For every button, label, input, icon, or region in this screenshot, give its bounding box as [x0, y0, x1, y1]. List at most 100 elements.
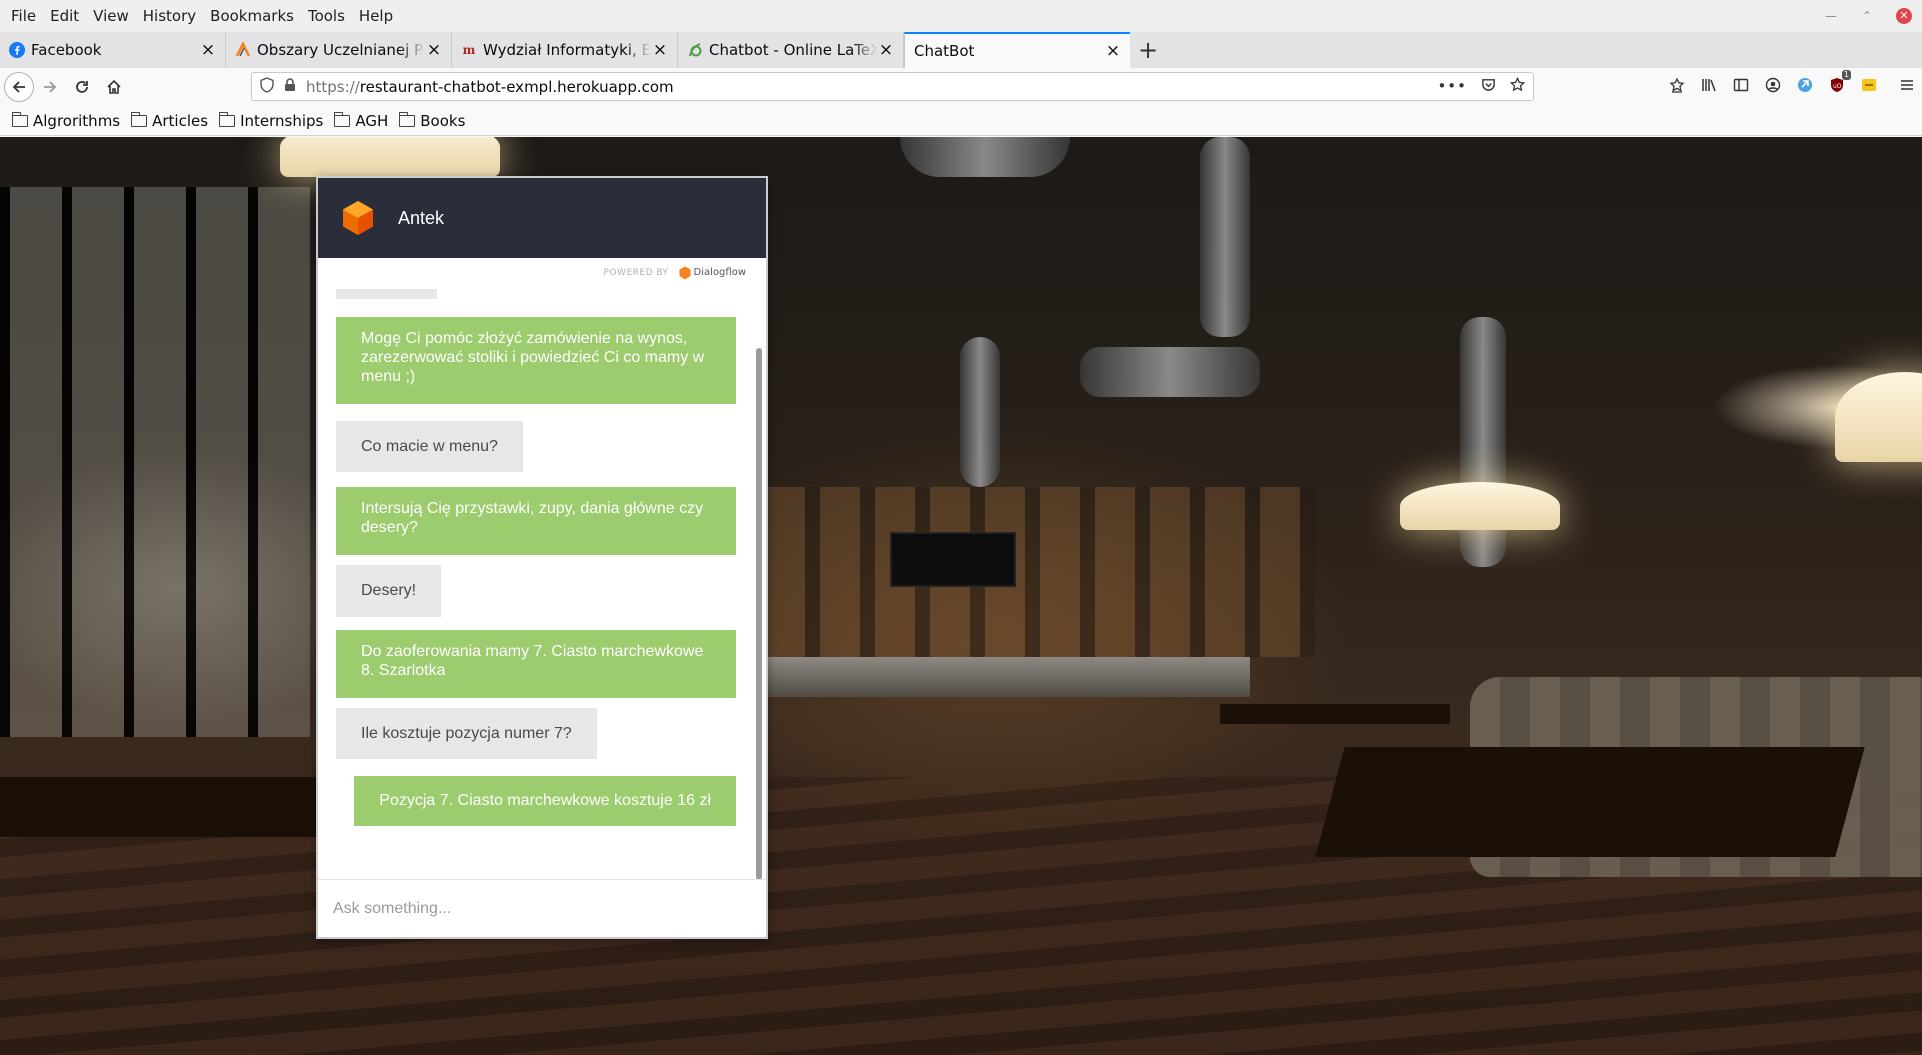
- close-window-icon[interactable]: ✕: [1896, 8, 1912, 24]
- tab-overleaf[interactable]: Chatbot - Online LaTeX Editor ×: [678, 32, 904, 68]
- folder-icon: [130, 111, 148, 127]
- background-table: [1315, 747, 1865, 857]
- downloads-icon[interactable]: [1668, 76, 1686, 94]
- background-tv: [890, 532, 1016, 587]
- back-arrow-icon: [12, 81, 25, 93]
- dialogflow-brand[interactable]: Dialogflow: [679, 266, 746, 280]
- url-bar[interactable]: https://restaurant-chatbot-exmpl.herokua…: [251, 72, 1534, 101]
- upel-icon: [235, 42, 251, 58]
- folder-icon: [11, 111, 28, 127]
- new-tab-button[interactable]: +: [1130, 32, 1166, 68]
- bookmarks-bar: Algrorithms Articles Internships AGH Boo…: [0, 106, 1922, 136]
- tab-title: ChatBot: [914, 42, 975, 60]
- folder-icon: [398, 111, 416, 127]
- extension-blue-icon[interactable]: [1796, 76, 1814, 94]
- background-table: [1220, 704, 1450, 724]
- menu-tools[interactable]: Tools: [301, 0, 352, 32]
- tab-title: Chatbot - Online LaTeX Editor: [709, 41, 877, 59]
- chat-input[interactable]: [333, 899, 753, 918]
- bot-message: Do zaoferowania mamy 7. Ciasto marchewko…: [336, 630, 736, 698]
- bookmark-agh[interactable]: AGH: [333, 111, 388, 130]
- facebook-icon: [9, 42, 25, 58]
- background-duct: [1080, 347, 1260, 397]
- message-scrollbar[interactable]: [756, 289, 762, 881]
- menu-help[interactable]: Help: [352, 0, 400, 32]
- agh-icon: m: [462, 43, 476, 57]
- folder-icon: [218, 111, 236, 127]
- close-tab-icon[interactable]: ×: [651, 41, 669, 59]
- tab-wydzial[interactable]: m Wydział Informatyki, Elektroniki ×: [452, 32, 678, 68]
- powered-by: POWERED BY Dialogflow: [318, 258, 766, 287]
- bookmark-algorithms[interactable]: Algrorithms: [11, 111, 121, 130]
- background-shelves: [765, 487, 1315, 657]
- background-duct: [1200, 137, 1250, 337]
- chat-header: Antek: [318, 178, 766, 258]
- library-icon[interactable]: [1700, 76, 1718, 94]
- close-tab-icon[interactable]: ×: [425, 41, 443, 59]
- tab-title: Obszary Uczelnianej Platformy: [257, 41, 425, 59]
- ublock-icon[interactable]: uO 1: [1828, 70, 1851, 94]
- message-list[interactable]: Mogę Ci pomóc złożyć zamówienie na wynos…: [318, 289, 766, 881]
- folder-icon: [333, 111, 351, 127]
- tab-title: Facebook: [31, 41, 102, 59]
- restaurant-background: [0, 137, 1922, 1055]
- maximize-icon[interactable]: ⌃: [1860, 9, 1874, 23]
- background-table: [0, 777, 320, 837]
- nav-bar: https://restaurant-chatbot-exmpl.herokua…: [0, 68, 1922, 106]
- svg-text:uO: uO: [1833, 83, 1842, 90]
- tab-upel[interactable]: Obszary Uczelnianej Platformy ×: [226, 32, 452, 68]
- menu-view[interactable]: View: [86, 0, 136, 32]
- chat-input-area: [318, 879, 766, 937]
- account-icon[interactable]: [1764, 76, 1782, 94]
- bookmark-internships[interactable]: Internships: [218, 111, 323, 130]
- home-icon: [107, 79, 121, 94]
- close-tab-icon[interactable]: ×: [1104, 42, 1122, 60]
- minimize-icon[interactable]: —: [1824, 9, 1838, 23]
- background-lamp: [280, 137, 500, 177]
- user-message: Ile kosztuje pozycja numer 7?: [336, 708, 597, 759]
- bookmark-label: Algrorithms: [33, 111, 121, 130]
- tab-facebook[interactable]: Facebook ×: [0, 32, 226, 68]
- bot-message: Intersują Cię przystawki, zupy, dania gł…: [336, 487, 736, 555]
- scrollbar-thumb[interactable]: [756, 348, 762, 880]
- dialogflow-label: Dialogflow: [693, 267, 746, 278]
- window-controls: — ⌃ ✕: [1824, 8, 1912, 24]
- close-tab-icon[interactable]: ×: [199, 41, 217, 59]
- user-message: [336, 289, 437, 299]
- lock-icon[interactable]: [284, 77, 296, 96]
- url-host: restaurant-chatbot-exmpl.herokuapp.com: [359, 77, 674, 96]
- pocket-icon[interactable]: [1481, 77, 1496, 96]
- bookmark-articles[interactable]: Articles: [130, 111, 208, 130]
- url-prefix: https://: [306, 77, 360, 96]
- menu-bookmarks[interactable]: Bookmarks: [203, 0, 301, 32]
- forward-button[interactable]: [34, 71, 66, 103]
- agent-avatar-icon: [343, 201, 373, 235]
- menu-file[interactable]: File: [4, 0, 43, 32]
- background-lamp: [1835, 372, 1922, 462]
- hamburger-menu-icon[interactable]: [1898, 76, 1916, 94]
- menu-bar: File Edit View History Bookmarks Tools H…: [0, 0, 1922, 32]
- bot-message: Pozycja 7. Ciasto marchewkowe kosztuje 1…: [354, 776, 736, 826]
- menu-edit[interactable]: Edit: [43, 0, 86, 32]
- bookmark-star-icon[interactable]: [1509, 76, 1526, 96]
- back-button[interactable]: [4, 72, 34, 102]
- close-tab-icon[interactable]: ×: [877, 41, 895, 59]
- background-duct: [900, 137, 1070, 177]
- background-lamp: [1400, 482, 1560, 530]
- bookmark-books[interactable]: Books: [398, 111, 465, 130]
- shield-icon[interactable]: [260, 76, 274, 97]
- url-text: https://restaurant-chatbot-exmpl.herokua…: [306, 78, 674, 96]
- background-duct: [960, 337, 1000, 487]
- sidebar-icon[interactable]: [1732, 76, 1750, 94]
- page-actions-icon[interactable]: •••: [1437, 77, 1467, 96]
- chatbot-widget: Antek POWERED BY Dialogflow Mogę Ci pomó…: [316, 176, 768, 939]
- overleaf-icon: [687, 42, 703, 58]
- reload-button[interactable]: [66, 71, 98, 103]
- tab-chatbot[interactable]: ChatBot ×: [904, 32, 1130, 68]
- user-message: Desery!: [336, 565, 442, 617]
- bot-message: Mogę Ci pomóc złożyć zamówienie na wynos…: [336, 317, 736, 404]
- home-button[interactable]: [98, 71, 130, 103]
- tab-title: Wydział Informatyki, Elektroniki: [483, 41, 651, 59]
- extension-yellow-icon[interactable]: [1860, 76, 1878, 94]
- menu-history[interactable]: History: [136, 0, 203, 32]
